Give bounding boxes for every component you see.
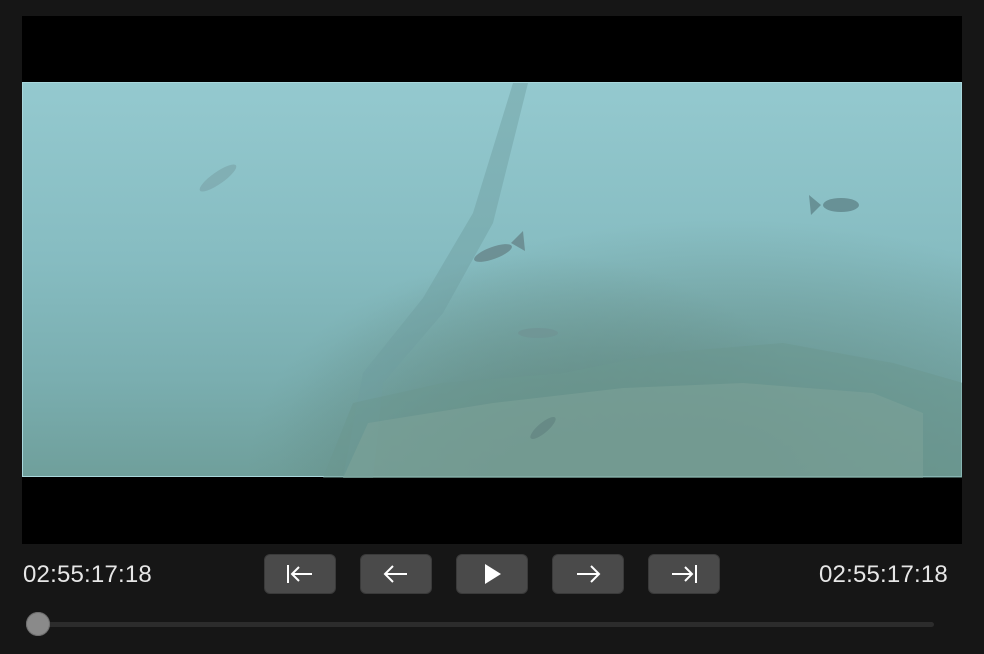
step-forward-button[interactable] [552, 554, 624, 594]
seek-track[interactable] [26, 622, 934, 627]
current-timecode: 02:55:17:18 [23, 561, 152, 588]
video-player: 02:55:17:18 02:55:17:18 [0, 0, 984, 654]
video-frame-image [22, 82, 962, 478]
arrow-left-icon [382, 563, 410, 585]
skip-to-end-icon [669, 563, 699, 585]
step-back-button[interactable] [360, 554, 432, 594]
play-button[interactable] [456, 554, 528, 594]
seek-thumb[interactable] [26, 612, 50, 636]
play-icon [481, 562, 503, 586]
video-viewport[interactable] [22, 16, 962, 544]
go-to-end-button[interactable] [648, 554, 720, 594]
end-timecode: 02:55:17:18 [819, 561, 948, 588]
seek-slider[interactable] [26, 612, 934, 636]
go-to-start-button[interactable] [264, 554, 336, 594]
skip-to-start-icon [285, 563, 315, 585]
arrow-right-icon [574, 563, 602, 585]
